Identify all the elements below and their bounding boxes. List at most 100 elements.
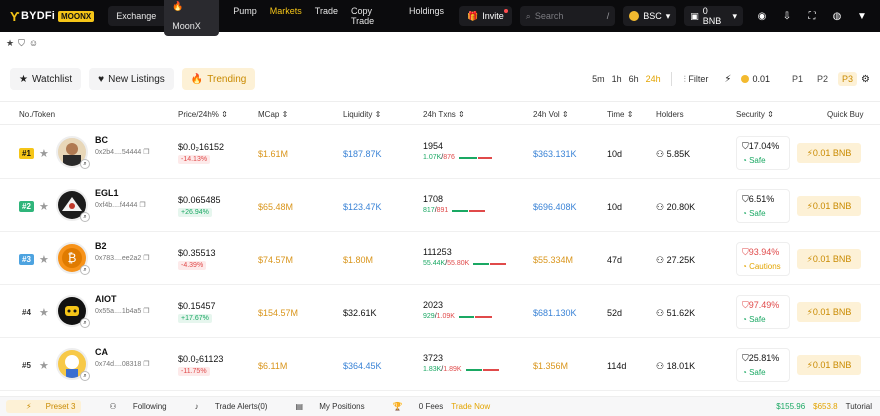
token-address[interactable]: 0xf4b....f4444 ❐ — [95, 201, 146, 209]
token-address[interactable]: 0x55a....1b4a5 ❐ — [95, 307, 150, 315]
preset-p2[interactable]: P2 — [813, 72, 832, 86]
copy-icon[interactable]: ❐ — [143, 308, 149, 315]
table-row[interactable]: #2 ★ ⌕ EGL1 0xf4b....f4444 ❐ $0.065485 +… — [0, 179, 880, 232]
header-time[interactable]: Time ⇕ — [607, 110, 633, 119]
fees-promo[interactable]: 🏆 0 Fees — [379, 402, 444, 411]
table-row[interactable]: #4 ★ ⌕ AIOT 0x55a....1b4a5 ❐ $0.15457 +1… — [0, 285, 880, 338]
quick-buy-button[interactable]: ⚡0.01 BNB — [797, 196, 861, 216]
token-name[interactable]: AIOT — [95, 294, 117, 304]
tab-watchlist[interactable]: ★ Watchlist — [10, 68, 82, 90]
timeframe-1h[interactable]: 1h — [612, 74, 622, 84]
star-icon[interactable]: ★ — [6, 38, 14, 49]
nav-link-holdings[interactable]: Holdings — [409, 6, 444, 26]
copy-icon[interactable]: ❐ — [143, 149, 149, 156]
price-change: +17.67% — [178, 314, 212, 323]
rank-badge: #4 — [22, 308, 31, 317]
table-row[interactable]: #1 ★ ⌕ BC 0x2b4....54444 ❐ $0.0₂16152 -1… — [0, 126, 880, 179]
table-row[interactable]: #3 ★ ₿ ⌕ B2 0x783....ee2a2 ❐ $0.35513 -4… — [0, 232, 880, 285]
lightning-icon: ⚡ — [26, 402, 32, 411]
preset-p1[interactable]: P1 — [788, 72, 807, 86]
token-address[interactable]: 0x783....ee2a2 ❐ — [95, 254, 150, 262]
search-icon[interactable]: ⌕ — [80, 159, 90, 169]
shield-icon[interactable]: ⛉ — [18, 38, 25, 49]
quick-buy-button[interactable]: ⚡0.01 BNB — [797, 355, 861, 375]
gear-icon[interactable]: ⚙ — [861, 74, 870, 85]
star-icon[interactable]: ★ — [39, 200, 49, 213]
tab-trending[interactable]: 🔥 Trending — [181, 68, 256, 90]
search-icon[interactable]: ⌕ — [80, 212, 90, 222]
token-name[interactable]: EGL1 — [95, 188, 119, 198]
security-box[interactable]: ⛉25.81% ◔ Safe — [736, 348, 790, 382]
copy-icon[interactable]: ❐ — [139, 202, 145, 209]
search-icon[interactable]: ⌕ — [80, 265, 90, 275]
quick-buy-button[interactable]: ⚡0.01 BNB — [797, 249, 861, 269]
filter-button[interactable]: ⫶ Filter — [684, 74, 709, 85]
check-icon: ◔ — [742, 368, 750, 377]
star-icon[interactable]: ★ — [39, 147, 49, 160]
security-box[interactable]: ⛉93.94% ◔ Cautions — [736, 242, 790, 276]
copy-icon[interactable]: ❐ — [143, 361, 149, 368]
timeframe-6h[interactable]: 6h — [629, 74, 639, 84]
following-button[interactable]: ⚇ Following — [95, 402, 166, 411]
user-icon: ⚇ — [656, 308, 667, 318]
invite-button[interactable]: 🎁 Invite — [459, 6, 512, 26]
copy-icon[interactable]: ❐ — [143, 255, 149, 262]
top-nav: Ƴ BYDFi MOONX Exchange 🔥MoonX Pump Marke… — [0, 0, 880, 36]
trade-now-link[interactable]: Trade Now — [451, 402, 490, 411]
logo[interactable]: Ƴ BYDFi MOONX — [10, 9, 95, 24]
token-address[interactable]: 0x74d....08318 ❐ — [95, 360, 150, 368]
star-icon[interactable]: ★ — [39, 306, 49, 319]
header-liquidity[interactable]: Liquidity ⇕ — [343, 110, 381, 119]
timeframe-24h[interactable]: 24h — [646, 74, 661, 84]
preset-p3[interactable]: P3 — [838, 72, 858, 86]
search-input[interactable]: Search — [535, 11, 564, 21]
tab-new-listings[interactable]: ♥ New Listings — [89, 68, 174, 90]
quick-buy-amount[interactable]: 0.01 — [741, 74, 770, 84]
tutorial-link[interactable]: Tutorial — [846, 402, 872, 411]
search-icon[interactable]: ⌕ — [80, 318, 90, 328]
header-txns[interactable]: 24h Txns ⇕ — [423, 110, 465, 119]
token-name[interactable]: CA — [95, 347, 108, 357]
token-name[interactable]: BC — [95, 135, 108, 145]
shield-icon: ⛉ — [742, 194, 749, 204]
top-icons: ◉ ⇩ ⛶ ◍ ▼ — [755, 9, 880, 23]
header-security[interactable]: Security ⇕ — [736, 110, 774, 119]
user-group-icon[interactable]: ☺ — [29, 38, 38, 49]
download-icon[interactable]: ⇩ — [780, 9, 794, 23]
nav-link-copy-trade[interactable]: Copy Trade — [351, 6, 396, 26]
my-positions-label: My Positions — [319, 402, 365, 411]
nav-link-trade[interactable]: Trade — [315, 6, 338, 26]
header-vol[interactable]: 24h Vol ⇕ — [533, 110, 569, 119]
quick-buy-button[interactable]: ⚡0.01 BNB — [797, 302, 861, 322]
nav-link-pump[interactable]: Pump — [233, 6, 257, 26]
preset-selector[interactable]: ⚡ Preset 3 — [6, 400, 82, 413]
tab-exchange[interactable]: Exchange — [108, 6, 164, 26]
language-icon[interactable]: ◍ — [830, 9, 844, 23]
shirt-icon[interactable]: ▼ — [855, 9, 869, 23]
sell-bar — [469, 209, 486, 212]
wallet-selector[interactable]: ▣ 0 BNB ▾ — [684, 6, 743, 26]
search-box[interactable]: ⌕ Search / — [519, 6, 616, 26]
security-box[interactable]: ⛉17.04% ◔ Safe — [736, 136, 790, 170]
security-box[interactable]: ⛉97.49% ◔ Safe — [736, 295, 790, 329]
token-name[interactable]: B2 — [95, 241, 107, 251]
nav-link-markets[interactable]: Markets — [270, 6, 302, 26]
user-icon[interactable]: ◉ — [755, 9, 769, 23]
header-mcap[interactable]: MCap ⇕ — [258, 110, 288, 119]
quick-buy-button[interactable]: ⚡0.01 BNB — [797, 143, 861, 163]
header-price[interactable]: Price/24h% ⇕ — [178, 110, 228, 119]
chain-selector[interactable]: BSC ▾ — [623, 6, 677, 26]
table-row[interactable]: #5 ★ ⌕ CA 0x74d....08318 ❐ $0.0₂61123 -1… — [0, 338, 880, 391]
notification-dot — [503, 9, 508, 13]
holders: ⚇ 27.25K — [656, 255, 695, 266]
search-icon[interactable]: ⌕ — [80, 371, 90, 381]
tab-moonx[interactable]: 🔥MoonX — [164, 0, 220, 36]
token-address[interactable]: 0x2b4....54444 ❐ — [95, 148, 150, 156]
timeframe-5m[interactable]: 5m — [592, 74, 605, 84]
security-box[interactable]: ⛉6.51% ◔ Safe — [736, 189, 790, 223]
star-icon[interactable]: ★ — [39, 359, 49, 372]
fullscreen-icon[interactable]: ⛶ — [805, 9, 819, 23]
star-icon[interactable]: ★ — [39, 253, 49, 266]
trade-alerts-button[interactable]: ♪ Trade Alerts(0) — [181, 402, 268, 411]
my-positions-button[interactable]: ▤ My Positions — [281, 402, 364, 411]
